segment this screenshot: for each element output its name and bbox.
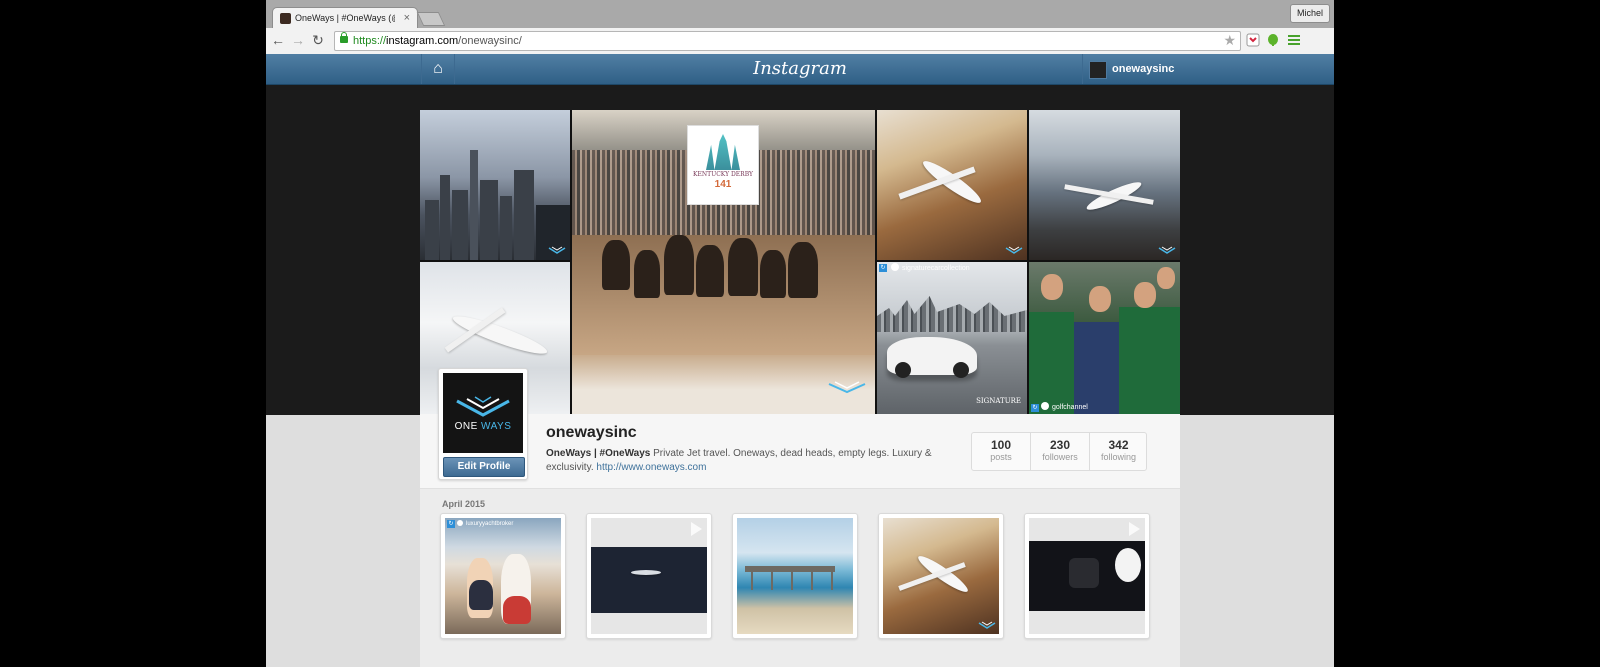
account-menu[interactable]: onewaysinc (1082, 54, 1177, 84)
stat-following[interactable]: 342 following (1089, 433, 1147, 470)
profile-stats: 100 posts 230 followers 342 following (971, 432, 1147, 471)
stat-posts-label: posts (990, 452, 1012, 462)
regram-icon: ↻ (879, 264, 887, 272)
instagram-favicon-icon (280, 13, 291, 24)
collage-tag-signature: signaturecarcollection (891, 263, 970, 274)
thumbnail-image-jet-canyon (883, 518, 999, 634)
stat-following-count: 342 (1108, 438, 1129, 452)
tab-title: OneWays | #OneWays (@on (295, 13, 395, 23)
stat-followers-label: followers (1042, 452, 1078, 462)
feed-thumbnail[interactable]: ↻ luxuryyachtbroker (440, 513, 566, 639)
tag-golf-text: golfchannel (1052, 404, 1088, 411)
thumbnail-image-yacht: ↻ luxuryyachtbroker (445, 518, 561, 634)
oneways-watermark-icon (827, 378, 867, 402)
profile-avatar[interactable]: ONE WAYS (443, 373, 523, 453)
derby-title: KENTUCKY DERBY (693, 171, 753, 178)
collage-tag-golf: golfchannel (1041, 402, 1088, 413)
stat-posts-count: 100 (990, 438, 1012, 452)
account-avatar (1089, 61, 1107, 79)
collage-photo-city[interactable] (420, 110, 570, 260)
video-play-icon (1129, 522, 1140, 536)
feed-month-label: April 2015 (442, 499, 486, 509)
profile-user-button[interactable]: Michel (1289, 4, 1330, 23)
signature-logo-text: SIGNATURE (976, 397, 1021, 405)
lock-icon (340, 32, 348, 43)
url-text[interactable]: https://instagram.com/onewaysinc/ (353, 34, 522, 48)
oneways-watermark-icon (978, 619, 996, 631)
video-play-icon (691, 522, 702, 536)
url-domain: instagram.com (386, 35, 459, 47)
stat-followers[interactable]: 230 followers (1030, 433, 1089, 470)
oneways-watermark-icon (1005, 244, 1023, 256)
feed-thumbnail[interactable] (878, 513, 1004, 639)
thumb-tag: luxuryyachtbroker (457, 519, 513, 529)
feed-thumbnail[interactable] (732, 513, 858, 639)
tag-avatar-icon (891, 263, 899, 271)
thumbnail-video-cabin (1029, 518, 1145, 634)
avatar-word-one: ONE (454, 421, 478, 432)
kentucky-derby-logo: KENTUCKY DERBY 141 (687, 125, 759, 205)
collage-photo-golf[interactable]: ↻ golfchannel (1029, 262, 1180, 414)
tag-avatar-icon (457, 520, 463, 526)
profile-bio: OneWays | #OneWays Private Jet travel. O… (546, 447, 946, 475)
edit-profile-button[interactable]: Edit Profile (443, 457, 525, 477)
feed-thumbnail[interactable] (586, 513, 712, 639)
profile-avatar-card: ONE WAYS Edit Profile (438, 368, 528, 480)
tab-strip: OneWays | #OneWays (@on × Michel (266, 0, 1334, 29)
bio-website-link[interactable]: http://www.oneways.com (596, 462, 706, 473)
regram-icon: ↻ (447, 520, 455, 528)
address-bar[interactable]: https://instagram.com/onewaysinc/ ★ (334, 31, 1241, 51)
collage-photo-jet-canyon[interactable] (877, 110, 1027, 260)
browser-window: OneWays | #OneWays (@on × Michel ← → ↻ h… (266, 0, 1334, 667)
stat-posts[interactable]: 100 posts (972, 433, 1030, 470)
home-icon[interactable]: ⌂ (421, 54, 455, 84)
collage-photo-derby[interactable]: KENTUCKY DERBY 141 (572, 110, 875, 414)
stat-followers-count: 230 (1049, 438, 1071, 452)
forward-arrow-icon[interactable]: → (290, 32, 306, 48)
browser-tab[interactable]: OneWays | #OneWays (@on × (272, 7, 418, 29)
account-name: onewaysinc (1112, 63, 1175, 75)
thumbnail-image-pier (737, 518, 853, 634)
collage-photo-supercar[interactable]: ↻ signaturecarcollection SIGNATURE (877, 262, 1027, 414)
photo-feed: April 2015 ↻ luxuryyachtbroker (420, 489, 1180, 667)
url-path: /onewaysinc/ (458, 35, 522, 47)
bio-name: OneWays | #OneWays (546, 448, 651, 459)
profile-header: ONE WAYS Edit Profile onewaysinc OneWays… (420, 368, 1180, 489)
oneways-watermark-icon (548, 244, 566, 256)
reload-icon[interactable]: ↻ (310, 32, 326, 48)
regram-icon: ↻ (1031, 404, 1039, 412)
thumb-tag-text: luxuryyachtbroker (466, 521, 514, 527)
thumbnail-video-jet (591, 518, 707, 634)
browser-toolbar: ← → ↻ https://instagram.com/onewaysinc/ … (266, 28, 1334, 55)
oneways-logo-icon (456, 396, 510, 417)
oneways-watermark-icon (1158, 244, 1176, 256)
collage-photo-jet-mountains[interactable] (1029, 110, 1180, 260)
tag-signature-text: signaturecarcollection (902, 265, 970, 272)
menu-icon[interactable] (1287, 33, 1301, 47)
evernote-extension-icon[interactable] (1266, 33, 1280, 47)
derby-number: 141 (714, 179, 732, 190)
tab-close-icon[interactable]: × (404, 11, 410, 25)
avatar-word-ways: WAYS (481, 421, 512, 432)
stat-following-label: following (1100, 452, 1137, 462)
url-scheme: https:// (353, 35, 387, 47)
tag-avatar-icon (1041, 402, 1049, 410)
profile-username: onewaysinc (546, 424, 637, 441)
back-arrow-icon[interactable]: ← (270, 32, 286, 48)
pocket-extension-icon[interactable] (1246, 33, 1260, 47)
feed-thumbnail[interactable] (1024, 513, 1150, 639)
avatar-brand-text: ONE WAYS (443, 421, 523, 432)
profile-collage: KENTUCKY DERBY 141 ↻ signaturecarcollect… (420, 110, 1180, 414)
bookmark-star-icon[interactable]: ★ (1223, 32, 1236, 49)
new-tab-button[interactable] (416, 12, 446, 26)
instagram-header: Instagram ⌂ onewaysinc (266, 54, 1334, 85)
